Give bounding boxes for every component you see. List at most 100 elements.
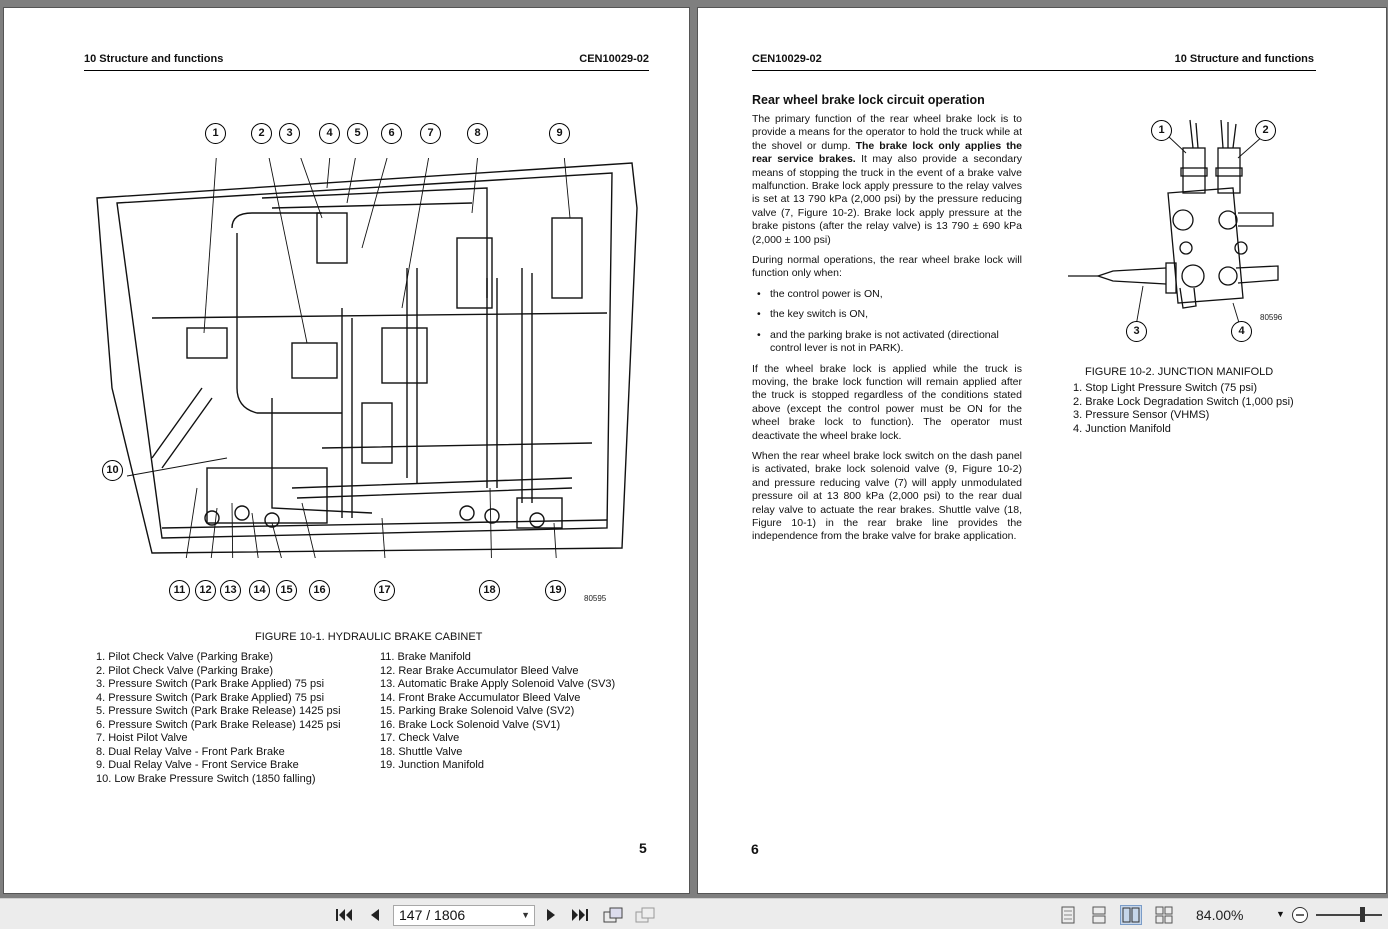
legend-item: 10. Low Brake Pressure Switch (1850 fall… xyxy=(96,772,316,785)
legend-item: 2. Brake Lock Degradation Switch (1,000 … xyxy=(1073,395,1294,408)
single-page-view-icon xyxy=(1061,906,1075,924)
callout-12: 12 xyxy=(195,580,216,601)
first-page-icon xyxy=(336,909,352,921)
zoom-out-icon xyxy=(1292,907,1308,923)
hydraulic-brake-cabinet-drawing xyxy=(96,158,638,558)
callout-16: 16 xyxy=(309,580,330,601)
paragraph-3: If the wheel brake lock is applied while… xyxy=(752,362,1022,442)
legend-item: 14. Front Brake Accumulator Bleed Valve xyxy=(380,691,581,704)
legend-item: 11. Brake Manifold xyxy=(380,651,471,663)
zoom-dropdown-chevron-icon[interactable]: ▼ xyxy=(1276,909,1285,919)
continuous-view-button[interactable] xyxy=(1088,905,1110,925)
figure-number: 80595 xyxy=(584,594,607,603)
right-document-page: CEN10029-02 10 Structure and functions R… xyxy=(697,7,1387,894)
two-page-continuous-view-icon xyxy=(1155,906,1173,924)
legend-item: 1. Stop Light Pressure Switch (75 psi) xyxy=(1073,382,1258,394)
thumbnail-button[interactable] xyxy=(634,905,656,925)
continuous-view-icon xyxy=(1092,906,1106,924)
chevron-down-icon: ▼ xyxy=(521,910,530,920)
paragraph-4: When the rear wheel brake lock switch on… xyxy=(752,449,1022,543)
legend-item: 6. Pressure Switch (Park Brake Release) … xyxy=(96,718,341,731)
left-header-rule xyxy=(84,70,649,71)
callout-7: 7 xyxy=(420,123,441,144)
single-page-view-button[interactable] xyxy=(1057,905,1079,925)
callout-17: 17 xyxy=(374,580,395,601)
next-page-button[interactable] xyxy=(540,905,562,925)
page-number: 5 xyxy=(639,840,647,856)
callout-4: 4 xyxy=(319,123,340,144)
callout-5: 5 xyxy=(347,123,368,144)
zoom-slider-track[interactable] xyxy=(1316,914,1382,916)
legend-item: 7. Hoist Pilot Valve xyxy=(96,732,188,744)
two-page-continuous-view-button[interactable] xyxy=(1153,905,1175,925)
legend-item: 15. Parking Brake Solenoid Valve (SV2) xyxy=(380,705,575,717)
last-page-icon xyxy=(572,909,588,921)
section-title: Rear wheel brake lock circuit operation xyxy=(752,93,985,107)
legend-item: 19. Junction Manifold xyxy=(380,759,484,771)
zoom-out-button[interactable] xyxy=(1289,905,1311,925)
callout-13: 13 xyxy=(220,580,241,601)
manifold-callout-3: 3 xyxy=(1126,321,1147,342)
callout-1: 1 xyxy=(205,123,226,144)
legend-item: 16. Brake Lock Solenoid Valve (SV1) xyxy=(380,718,561,731)
zoom-level-field[interactable]: 84.00% xyxy=(1196,907,1243,923)
figure-legend-column-2: 11. Brake Manifold 12. Rear Brake Accumu… xyxy=(380,651,615,773)
paragraph-1-text-cont: It may also provide a secondary means of… xyxy=(752,153,1022,246)
left-header-title: 10 Structure and functions xyxy=(84,53,224,65)
left-header-doc-id: CEN10029-02 xyxy=(579,53,649,65)
manifold-callout-1: 1 xyxy=(1151,120,1172,141)
thumbnail-icon xyxy=(635,907,655,923)
right-header-rule xyxy=(752,70,1316,71)
legend-item: 3. Pressure Switch (Park Brake Applied) … xyxy=(96,678,325,690)
previous-page-button[interactable] xyxy=(364,905,386,925)
right-header-title: 10 Structure and functions xyxy=(1174,53,1314,65)
legend-item: 12. Rear Brake Accumulator Bleed Valve xyxy=(380,664,579,677)
list-item: the control power is ON, xyxy=(752,288,1022,302)
two-page-view-button[interactable] xyxy=(1120,905,1142,925)
last-page-button[interactable] xyxy=(569,905,591,925)
list-item: and the parking brake is not activated (… xyxy=(752,329,1022,356)
figure-caption: FIGURE 10-1. HYDRAULIC BRAKE CABINET xyxy=(255,631,483,643)
list-item: the key switch is ON, xyxy=(752,308,1022,322)
callout-10: 10 xyxy=(102,460,123,481)
callout-8: 8 xyxy=(467,123,488,144)
legend-item: 1. Pilot Check Valve (Parking Brake) xyxy=(96,651,274,663)
legend-item: 17. Check Valve xyxy=(380,732,460,744)
callout-18: 18 xyxy=(479,580,500,601)
legend-item: 18. Shuttle Valve xyxy=(380,745,463,758)
previous-page-icon xyxy=(371,909,379,921)
callout-11: 11 xyxy=(169,580,190,601)
rotate-button[interactable] xyxy=(602,905,624,925)
page-number-value: 147 / 1806 xyxy=(399,907,466,923)
figure-legend-column-1: 1. Pilot Check Valve (Parking Brake) 2. … xyxy=(96,651,341,786)
page-number: 6 xyxy=(751,841,759,857)
legend-item: 4. Pressure Switch (Park Brake Applied) … xyxy=(96,691,325,704)
legend-item: 13. Automatic Brake Apply Solenoid Valve… xyxy=(380,678,616,690)
manifold-callout-4: 4 xyxy=(1231,321,1252,342)
legend-item: 8. Dual Relay Valve - Front Park Brake xyxy=(96,745,285,758)
viewer-toolbar: 147 / 1806 ▼ 84.00% ▼ xyxy=(0,898,1388,929)
manifold-legend: 1. Stop Light Pressure Switch (75 psi) 2… xyxy=(1073,382,1294,436)
paragraph-2: During normal operations, the rear wheel… xyxy=(752,254,1022,280)
callout-19: 19 xyxy=(545,580,566,601)
manifold-figure-caption: FIGURE 10-2. JUNCTION MANIFOLD xyxy=(1085,366,1274,378)
callout-14: 14 xyxy=(249,580,270,601)
callout-3: 3 xyxy=(279,123,300,144)
manifold-callout-2: 2 xyxy=(1255,120,1276,141)
condition-list: the control power is ON, the key switch … xyxy=(752,288,1022,356)
two-page-view-icon xyxy=(1122,907,1140,923)
junction-manifold-drawing xyxy=(1068,119,1279,327)
next-page-icon xyxy=(547,909,555,921)
legend-item: 9. Dual Relay Valve - Front Service Brak… xyxy=(96,759,299,771)
body-text: The primary function of the rear wheel b… xyxy=(752,113,1022,551)
rotate-icon xyxy=(603,907,623,923)
callout-9: 9 xyxy=(549,123,570,144)
page-number-field[interactable]: 147 / 1806 ▼ xyxy=(393,905,535,926)
manifold-figure-number: 80596 xyxy=(1260,313,1283,322)
right-header-doc-id: CEN10029-02 xyxy=(752,53,822,65)
legend-item: 5. Pressure Switch (Park Brake Release) … xyxy=(96,705,341,717)
first-page-button[interactable] xyxy=(333,905,355,925)
legend-item: 4. Junction Manifold xyxy=(1073,422,1171,435)
legend-item: 2. Pilot Check Valve (Parking Brake) xyxy=(96,664,274,677)
zoom-slider-handle[interactable] xyxy=(1360,907,1365,922)
